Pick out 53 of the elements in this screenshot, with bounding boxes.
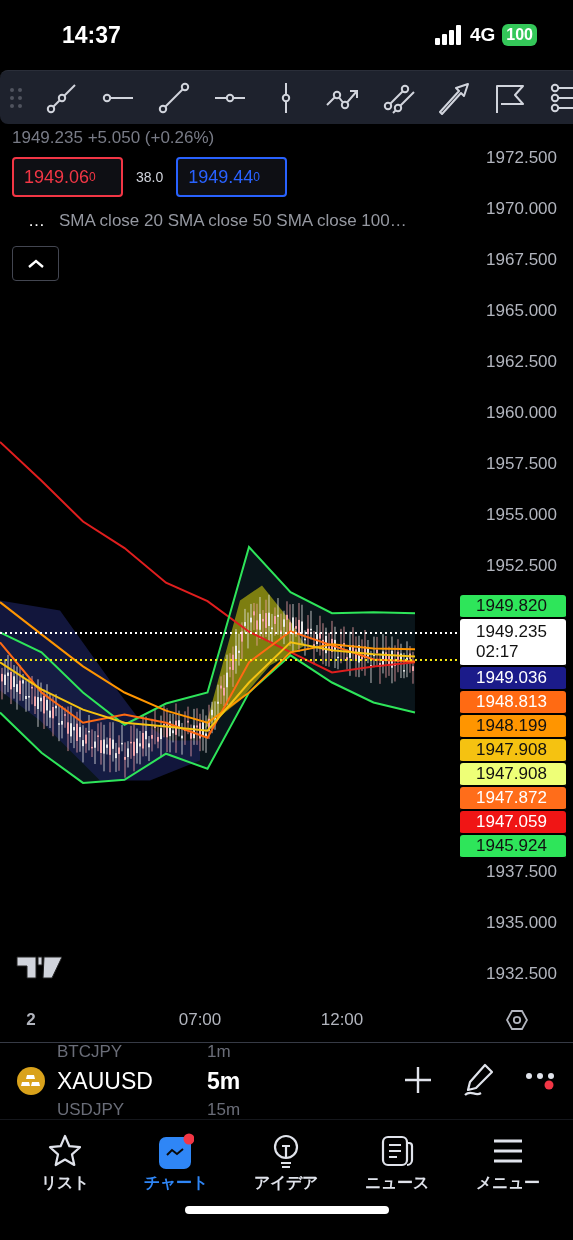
price-axis-label: 1955.000 [486, 504, 557, 526]
price-tag: 1948.199 [460, 715, 566, 739]
indicator-menu[interactable]: … [12, 211, 45, 231]
spread-value: 38.0 [136, 169, 164, 185]
interval-text[interactable]: 1m [207, 1043, 231, 1061]
price-tag: 1948.813 [460, 691, 566, 715]
arrow-icon[interactable] [437, 80, 471, 115]
nav-tab[interactable]: メニュー [457, 1128, 558, 1198]
drag-handle-icon[interactable] [9, 86, 23, 109]
price-tag: 1947.059 [460, 811, 566, 835]
clock-time: 14:37 [62, 21, 121, 49]
bullion-icon [17, 1067, 45, 1095]
nav-tab[interactable]: アイデア [236, 1128, 337, 1198]
nav-tab[interactable]: リスト [15, 1128, 116, 1198]
star-icon [47, 1132, 84, 1169]
price-tag: 1947.908 [460, 739, 566, 763]
price-tag: 1947.908 [460, 763, 566, 787]
price-axis-label: 1932.500 [486, 963, 557, 985]
price-change-text: 1949.235 +5.050 (+0.26%) [12, 127, 216, 149]
price-axis-label: 1962.500 [486, 351, 557, 373]
price-axis-label: 1967.500 [486, 249, 557, 271]
price-axis-label: 1952.500 [486, 555, 557, 577]
collapse-legend-button[interactable] [12, 246, 59, 281]
indicator-legend: SMA close 20 SMA close 50 SMA close 100… [59, 211, 407, 231]
price-tag: 1947.872 [460, 787, 566, 811]
price-axis-label: 1935.000 [486, 912, 557, 934]
chart-icon [157, 1132, 194, 1169]
battery-level: 100 [502, 24, 537, 46]
time-axis-label: 2 [26, 1010, 36, 1030]
price-axis-label: 1965.000 [486, 300, 557, 322]
symbol-name[interactable]: BTCJPY [0, 1043, 207, 1061]
chevron-up-icon [26, 257, 45, 270]
price-axis-label: 1970.000 [486, 198, 557, 220]
symbol-name[interactable]: XAUUSD [0, 1067, 207, 1095]
price-tag: 1949.235 02:17 [460, 619, 566, 667]
price-axis-label: 1972.500 [486, 147, 557, 169]
time-axis-label: 12:00 [320, 1010, 364, 1030]
time-axis-label: 07:00 [178, 1010, 222, 1030]
network-type: 4G [469, 24, 496, 46]
price-tag: 1945.924 [460, 835, 566, 859]
logo-icon [16, 956, 62, 980]
interval-text[interactable]: 5m [207, 1067, 403, 1095]
price-tag: 1949.036 [460, 667, 566, 691]
symbol-name[interactable]: USDJPY [0, 1101, 207, 1119]
price-axis-label: 1957.500 [486, 453, 557, 475]
nav-tab[interactable]: ニュース [347, 1128, 448, 1198]
price-axis-label: 1937.500 [486, 861, 557, 883]
signal-icon [434, 25, 463, 45]
price-axis-label: 1960.000 [486, 402, 557, 424]
price-tag: 1949.820 [460, 595, 566, 619]
nav-tab[interactable]: チャート [125, 1128, 226, 1198]
line-segment-icon[interactable] [157, 80, 191, 115]
interval-text[interactable]: 15m [207, 1101, 241, 1119]
